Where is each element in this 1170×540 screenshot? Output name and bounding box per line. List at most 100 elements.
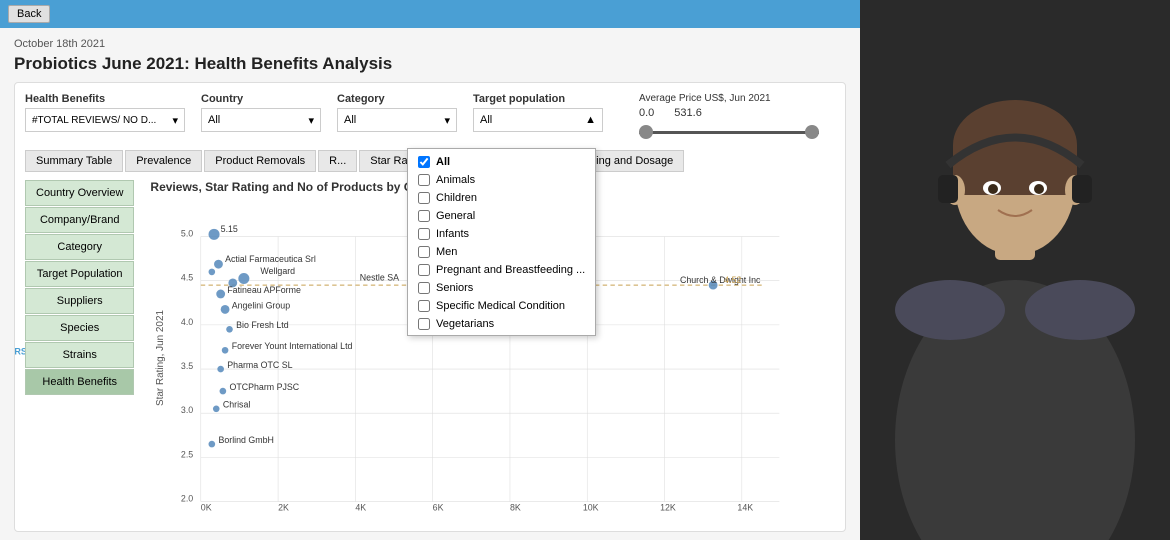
dropdown-label-pregnant: Pregnant and Breastfeeding ... bbox=[436, 264, 585, 276]
nav-strains[interactable]: Strains bbox=[25, 342, 134, 368]
dropdown-item-pregnant[interactable]: Pregnant and Breastfeeding ... bbox=[408, 261, 595, 279]
svg-text:Pharma OTC SL: Pharma OTC SL bbox=[228, 360, 293, 370]
dropdown-label-seniors: Seniors bbox=[436, 282, 473, 294]
main-panel: Back October 18th 2021 Probiotics June 2… bbox=[0, 0, 860, 540]
target-population-dropdown: All Animals Children bbox=[407, 148, 596, 336]
svg-text:OTCPharm PJSC: OTCPharm PJSC bbox=[230, 382, 300, 392]
dropdown-label-children: Children bbox=[436, 192, 477, 204]
dropdown-checkbox-children[interactable] bbox=[418, 192, 430, 204]
back-button[interactable]: Back bbox=[8, 5, 50, 23]
slider-thumb-left[interactable] bbox=[639, 125, 653, 139]
dropdown-item-vegetarians[interactable]: Vegetarians bbox=[408, 315, 595, 331]
dropdown-checkbox-pregnant[interactable] bbox=[418, 264, 430, 276]
svg-text:Fatineau APForme: Fatineau APForme bbox=[228, 285, 302, 295]
nav-suppliers[interactable]: Suppliers bbox=[25, 288, 134, 314]
dropdown-item-animals[interactable]: Animals bbox=[408, 171, 595, 189]
svg-text:12K: 12K bbox=[661, 502, 677, 512]
dropdown-item-all[interactable]: All bbox=[408, 153, 595, 171]
nav-species[interactable]: Species bbox=[25, 315, 134, 341]
target-population-filter: Target population All ▲ All bbox=[473, 93, 603, 132]
slider-thumb-right[interactable] bbox=[805, 125, 819, 139]
dropdown-label-general: General bbox=[436, 210, 475, 222]
nav-country-overview[interactable]: Country Overview bbox=[25, 180, 134, 206]
left-nav-wrapper: ← FILTERS Country Overview Company/Brand… bbox=[25, 180, 142, 500]
svg-text:4.0: 4.0 bbox=[181, 317, 193, 327]
svg-text:6K: 6K bbox=[433, 502, 444, 512]
filter-row: Health Benefits #TOTAL REVIEWS/ NO D... … bbox=[25, 93, 835, 142]
dropdown-label-vegetarians: Vegetarians bbox=[436, 318, 494, 330]
dropdown-label-specific: Specific Medical Condition bbox=[436, 300, 565, 312]
nav-company-brand[interactable]: Company/Brand bbox=[25, 207, 134, 233]
slider-fill bbox=[639, 131, 819, 134]
dropdown-item-specific[interactable]: Specific Medical Condition bbox=[408, 297, 595, 315]
price-range-filter: Average Price US$, Jun 2021 0.0 531.6 bbox=[639, 93, 819, 142]
price-min: 0.0 bbox=[639, 107, 654, 119]
dropdown-checkbox-all[interactable] bbox=[418, 156, 430, 168]
tab-r[interactable]: R... bbox=[318, 150, 357, 172]
nav-health-benefits[interactable]: Health Benefits bbox=[25, 369, 134, 395]
svg-text:3.0: 3.0 bbox=[181, 405, 193, 415]
svg-text:3.5: 3.5 bbox=[181, 361, 193, 371]
tab-product-removals[interactable]: Product Removals bbox=[204, 150, 316, 172]
dropdown-checkbox-seniors[interactable] bbox=[418, 282, 430, 294]
country-select[interactable]: All ▾ bbox=[201, 108, 321, 132]
price-slider[interactable] bbox=[639, 122, 819, 142]
dropdown-checkbox-general[interactable] bbox=[418, 210, 430, 222]
content-area: October 18th 2021 Probiotics June 2021: … bbox=[0, 28, 860, 540]
tab-prevalence[interactable]: Prevalence bbox=[125, 150, 202, 172]
svg-text:14K: 14K bbox=[738, 502, 754, 512]
dropdown-label-infants: Infants bbox=[436, 228, 469, 240]
dropdown-scroll: Animals Children General bbox=[408, 171, 595, 331]
dropdown-checkbox-vegetarians[interactable] bbox=[418, 318, 430, 330]
price-max: 531.6 bbox=[674, 107, 702, 119]
target-population-chevron: ▲ bbox=[585, 114, 596, 126]
svg-text:4K: 4K bbox=[356, 502, 367, 512]
dropdown-label-animals: Animals bbox=[436, 174, 475, 186]
target-population-select[interactable]: All ▲ bbox=[473, 108, 603, 132]
category-chevron: ▾ bbox=[444, 114, 450, 127]
svg-text:4.52: 4.52 bbox=[725, 275, 742, 285]
svg-text:Bio Fresh Ltd: Bio Fresh Ltd bbox=[237, 320, 290, 330]
svg-text:Forever Yount International Lt: Forever Yount International Ltd bbox=[232, 341, 353, 351]
dropdown-checkbox-specific[interactable] bbox=[418, 300, 430, 312]
health-benefits-filter: Health Benefits #TOTAL REVIEWS/ NO D... … bbox=[25, 93, 185, 132]
dropdown-item-men[interactable]: Men bbox=[408, 243, 595, 261]
svg-text:Church & Dwight Inc: Church & Dwight Inc bbox=[680, 275, 761, 285]
nav-target-population[interactable]: Target Population bbox=[25, 261, 134, 287]
svg-text:Wellgard: Wellgard bbox=[261, 266, 296, 276]
y-axis-label: Star Rating, Jun 2021 bbox=[156, 310, 167, 406]
filter-left-arrow-icon: ← bbox=[14, 323, 18, 346]
country-chevron: ▾ bbox=[308, 114, 314, 127]
dropdown-item-seniors[interactable]: Seniors bbox=[408, 279, 595, 297]
dropdown-checkbox-men[interactable] bbox=[418, 246, 430, 258]
svg-text:0K: 0K bbox=[201, 502, 212, 512]
dropdown-checkbox-infants[interactable] bbox=[418, 228, 430, 240]
nav-category[interactable]: Category bbox=[25, 234, 134, 260]
video-person-svg bbox=[860, 0, 1170, 540]
page-title: Probiotics June 2021: Health Benefits An… bbox=[14, 54, 846, 74]
target-population-value: All bbox=[480, 114, 492, 126]
price-range-label: Average Price US$, Jun 2021 bbox=[639, 93, 819, 104]
dropdown-checkbox-animals[interactable] bbox=[418, 174, 430, 186]
svg-text:Actial Farmaceutica Srl: Actial Farmaceutica Srl bbox=[226, 254, 317, 264]
svg-text:5.0: 5.0 bbox=[181, 229, 193, 239]
dropdown-item-general[interactable]: General bbox=[408, 207, 595, 225]
category-select[interactable]: All ▾ bbox=[337, 108, 457, 132]
svg-text:10K: 10K bbox=[583, 502, 599, 512]
dropdown-item-children[interactable]: Children bbox=[408, 189, 595, 207]
country-label: Country bbox=[201, 93, 321, 105]
svg-text:Borlind GmbH: Borlind GmbH bbox=[219, 435, 274, 445]
dropdown-label-men: Men bbox=[436, 246, 457, 258]
category-value: All bbox=[344, 114, 356, 126]
svg-text:8K: 8K bbox=[510, 502, 521, 512]
svg-text:2.5: 2.5 bbox=[181, 449, 193, 459]
health-benefits-label: Health Benefits bbox=[25, 93, 185, 105]
tab-summary-table[interactable]: Summary Table bbox=[25, 150, 123, 172]
country-filter: Country All ▾ bbox=[201, 93, 321, 132]
top-bar: Back bbox=[0, 0, 860, 28]
dropdown-item-infants[interactable]: Infants bbox=[408, 225, 595, 243]
svg-text:Chrisal: Chrisal bbox=[223, 400, 251, 410]
slider-track bbox=[639, 131, 819, 134]
health-benefits-select[interactable]: #TOTAL REVIEWS/ NO D... ▾ bbox=[25, 108, 185, 132]
price-values: 0.0 531.6 bbox=[639, 107, 819, 119]
